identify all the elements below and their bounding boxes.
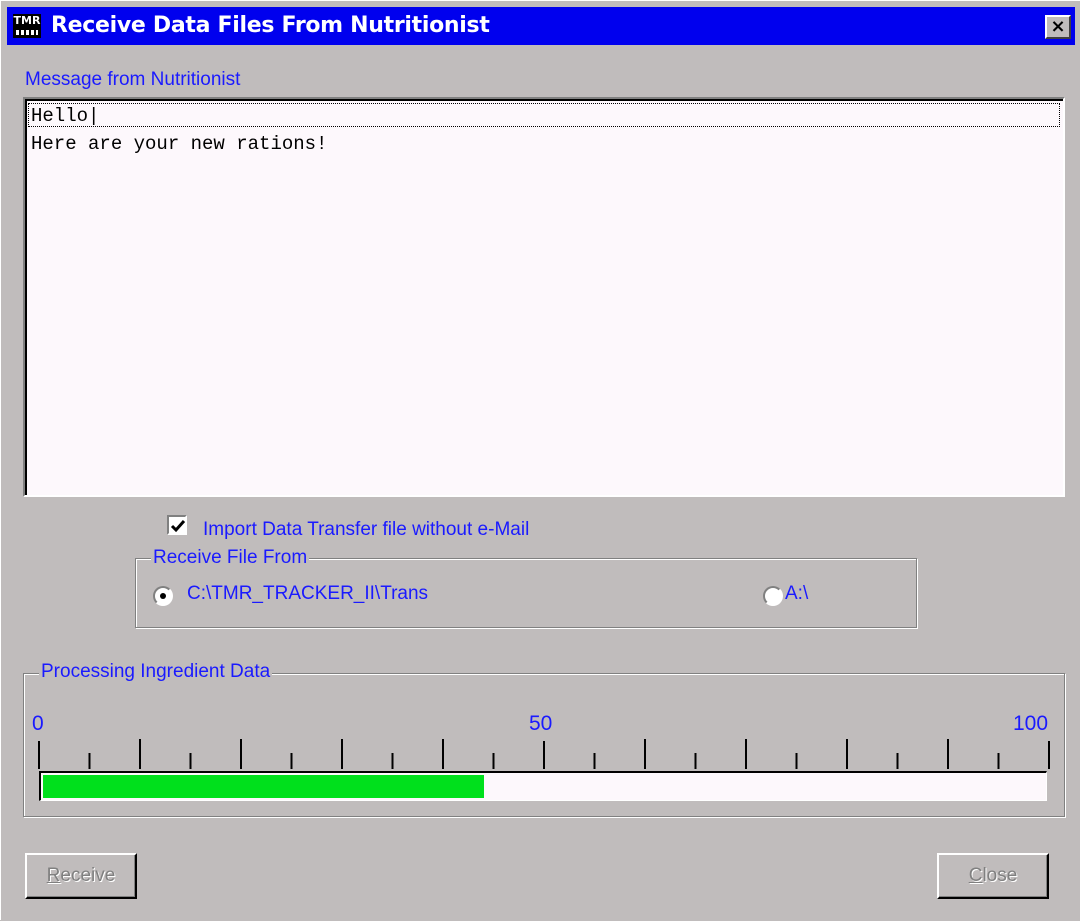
receive-button[interactable]: Receive <box>25 853 137 899</box>
receive-mnemonic: R <box>46 865 61 886</box>
progress-fill <box>43 775 484 798</box>
close-button-label: lose <box>982 865 1018 886</box>
close-button[interactable]: Close <box>937 853 1049 899</box>
progress-bar <box>39 771 1047 801</box>
close-mnemonic: C <box>968 865 983 886</box>
dialog-window: TMR Receive Data Files From Nutritionist… <box>0 0 1080 920</box>
receive-button-label: eceive <box>60 865 116 886</box>
